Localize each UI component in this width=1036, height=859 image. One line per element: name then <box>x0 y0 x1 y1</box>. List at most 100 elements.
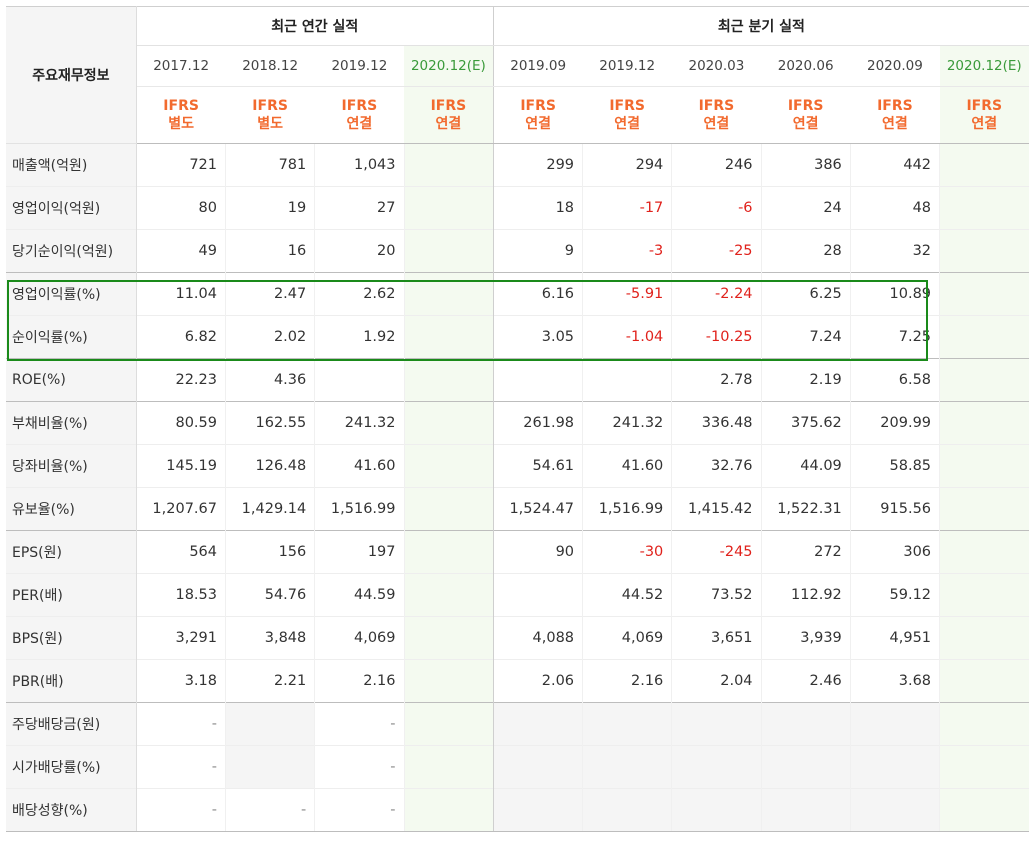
row-label: 매출액(억원) <box>6 143 137 187</box>
table-cell: 58.85 <box>849 444 940 488</box>
quarter-group-header: 최근 분기 실적 <box>492 6 1029 46</box>
table-cell: - <box>314 702 404 746</box>
period-header: 2019.12 <box>582 45 672 87</box>
table-cell: 80 <box>135 186 226 230</box>
row-label: PBR(배) <box>6 659 137 703</box>
table-cell: 3.05 <box>492 315 583 359</box>
table-cell <box>939 745 1029 789</box>
table-cell <box>224 702 315 746</box>
table-cell: 16 <box>224 229 315 273</box>
table-cell: -17 <box>582 186 672 230</box>
table-row: 배당성향(%) - - - <box>6 788 1029 832</box>
table-cell: 261.98 <box>492 401 583 445</box>
period-header: 2019.12 <box>314 45 404 87</box>
table-cell <box>939 487 1029 531</box>
period-header: 2020.09 <box>850 45 940 87</box>
period-header: 2020.06 <box>761 45 851 87</box>
row-label: ROE(%) <box>6 358 137 402</box>
table-cell <box>403 315 494 359</box>
table-cell: 145.19 <box>135 444 226 488</box>
table-cell: 2.46 <box>760 659 851 703</box>
table-cell: 162.55 <box>224 401 315 445</box>
table-cell <box>314 358 404 402</box>
row-label: 부채비율(%) <box>6 401 137 445</box>
table-cell: 3,848 <box>224 616 315 660</box>
table-cell <box>403 487 494 531</box>
table-cell: 2.78 <box>671 358 762 402</box>
accounting-basis-header: IFRS 연결 <box>582 86 672 144</box>
ifrs-label: IFRS <box>252 98 288 114</box>
table-cell: 2.02 <box>224 315 315 359</box>
table-cell: 4,951 <box>849 616 940 660</box>
table-cell: 1,207.67 <box>135 487 226 531</box>
table-cell: 20 <box>314 229 404 273</box>
table-cell <box>403 702 494 746</box>
table-cell: -1.04 <box>582 315 672 359</box>
table-cell: 272 <box>760 530 851 574</box>
accounting-basis-header: IFRS 연결 <box>850 86 940 144</box>
table-cell: 32.76 <box>671 444 762 488</box>
table-cell: 1,043 <box>314 143 404 187</box>
table-cell <box>403 444 494 488</box>
table-cell <box>671 745 762 789</box>
table-cell: 721 <box>135 143 226 187</box>
table-cell: -10.25 <box>671 315 762 359</box>
row-label: PER(배) <box>6 573 137 617</box>
consolidation-label: 연결 <box>614 116 641 132</box>
table-row: ROE(%) 22.23 4.36 2.78 2.19 6.58 <box>6 358 1029 402</box>
consolidation-label: 연결 <box>971 116 998 132</box>
consolidation-label: 연결 <box>792 116 819 132</box>
period-header: 2018.12 <box>225 45 315 87</box>
table-cell <box>939 702 1029 746</box>
table-cell: -245 <box>671 530 762 574</box>
table-cell: 4,069 <box>314 616 404 660</box>
table-cell: 1,524.47 <box>492 487 583 531</box>
table-row: 매출액(억원) 721 781 1,043 299 294 246 386 442 <box>6 143 1029 187</box>
row-label: 배당성향(%) <box>6 788 137 832</box>
table-cell: 915.56 <box>849 487 940 531</box>
accounting-basis-header: IFRS 연결 <box>939 86 1029 144</box>
consolidation-label: 별도 <box>168 116 194 132</box>
ifrs-label: IFRS <box>966 98 1003 114</box>
table-cell: 442 <box>849 143 940 187</box>
table-cell: 246 <box>671 143 762 187</box>
table-cell: - <box>135 745 226 789</box>
table-cell: 19 <box>224 186 315 230</box>
table-cell <box>582 702 672 746</box>
table-cell: 241.32 <box>582 401 672 445</box>
table-row: PBR(배) 3.18 2.21 2.16 2.06 2.16 2.04 2.46 3.68 <box>6 659 1029 703</box>
table-cell: 3,291 <box>135 616 226 660</box>
table-cell <box>492 358 583 402</box>
row-label: 당좌비율(%) <box>6 444 137 488</box>
table-cell: 22.23 <box>135 358 226 402</box>
table-cell: 27 <box>314 186 404 230</box>
table-cell <box>939 143 1029 187</box>
table-cell: 1.92 <box>314 315 404 359</box>
table-cell <box>849 745 940 789</box>
table-cell: 299 <box>492 143 583 187</box>
table-cell: - <box>135 788 226 832</box>
table-cell: 564 <box>135 530 226 574</box>
table-cell: 44.09 <box>760 444 851 488</box>
table-cell: - <box>314 745 404 789</box>
table-cell: 6.25 <box>760 272 851 316</box>
table-cell <box>403 272 494 316</box>
period-header: 2020.12(E) <box>939 45 1029 87</box>
table-cell <box>939 616 1029 660</box>
table-cell <box>849 702 940 746</box>
financial-table: 주요재무정보 최근 연간 실적 최근 분기 실적 2017.12 2018.12 2… <box>6 6 1029 832</box>
table-cell: -30 <box>582 530 672 574</box>
table-cell: 48 <box>849 186 940 230</box>
consolidation-label: 연결 <box>525 116 552 132</box>
table-cell: - <box>135 702 226 746</box>
table-cell: 7.24 <box>760 315 851 359</box>
ifrs-label: IFRS <box>877 98 913 114</box>
table-cell: 4,088 <box>492 616 583 660</box>
table-cell: 3,651 <box>671 616 762 660</box>
table-cell: 2.06 <box>492 659 583 703</box>
table-cell: 3.68 <box>849 659 940 703</box>
table-cell: 197 <box>314 530 404 574</box>
row-label: BPS(원) <box>6 616 137 660</box>
table-cell <box>849 788 940 832</box>
ifrs-label: IFRS <box>341 98 378 114</box>
